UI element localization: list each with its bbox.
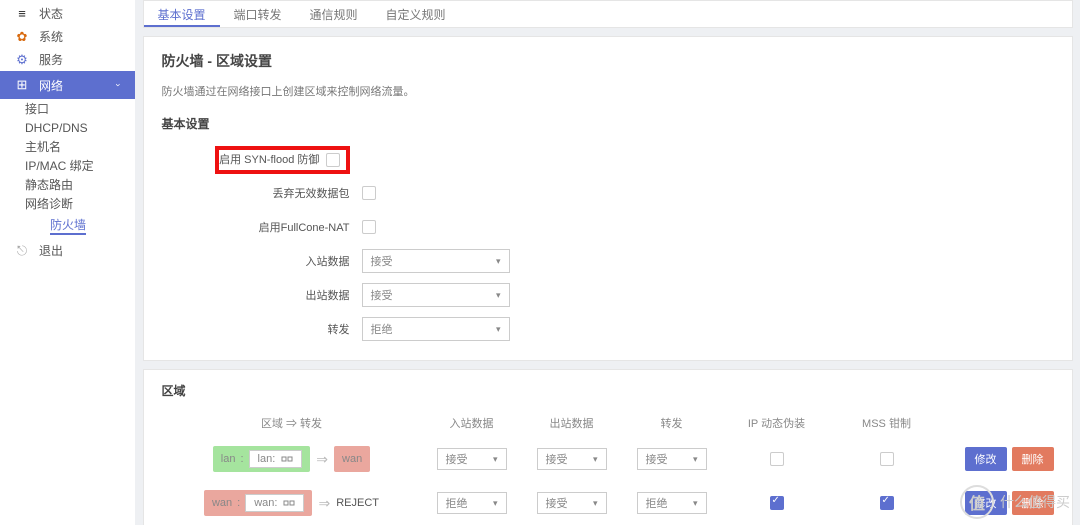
zone-forward-select[interactable]: 拒绝▾ [637,492,707,514]
sub-interfaces[interactable]: 接口 [0,100,135,119]
tabs: 基本设置 端口转发 通信规则 自定义规则 [143,0,1073,28]
zone-src-if: wan: [245,494,304,512]
nav-network[interactable]: ⊞ 网络 › [0,71,135,99]
caret-down-icon: ▾ [693,454,698,465]
main-content: 基本设置 端口转发 通信规则 自定义规则 防火墙 - 区域设置 防火墙通过在网络… [135,0,1080,525]
nav-label: 服务 [39,51,63,68]
zone-src-badge: wan: wan: [204,490,313,516]
nav-network-sub: 接口 DHCP/DNS 主机名 IP/MAC 绑定 静态路由 网络诊断 防火墙 [0,99,135,239]
tab-portfwd[interactable]: 端口转发 [220,1,296,27]
fullcone-checkbox[interactable] [362,220,376,234]
output-label: 出站数据 [162,287,362,303]
caret-down-icon: ▾ [496,290,501,301]
zone-dst-badge: wan [334,446,370,472]
nav-logout[interactable]: ⎋ 退出 [0,239,135,262]
caret-down-icon: ▾ [593,498,598,509]
forward-select[interactable]: 拒绝▾ [362,317,510,341]
caret-down-icon: ▾ [493,454,498,465]
nav-label: 系统 [39,28,63,45]
nav-label: 状态 [39,5,63,22]
tab-traffic[interactable]: 通信规则 [296,1,372,27]
basic-form: 启用 SYN-flood 防御 丢弃无效数据包 启用FullCone-NAT 入… [162,142,1054,346]
input-select[interactable]: 接受▾ [362,249,510,273]
zones-head: 区域 ⇒ 转发 入站数据 出站数据 转发 IP 动态伪装 MSS 钳制 [162,409,1054,437]
sub-hostnames[interactable]: 主机名 [0,138,135,157]
synflood-checkbox[interactable] [326,153,340,167]
zone-masq-checkbox[interactable] [770,496,784,510]
sub-ipmac[interactable]: IP/MAC 绑定 [0,157,135,176]
tab-custom[interactable]: 自定义规则 [372,1,460,27]
zone-mss-checkbox[interactable] [880,452,894,466]
card-main: 防火墙 - 区域设置 防火墙通过在网络接口上创建区域来控制网络流量。 基本设置 … [143,36,1073,361]
basic-title: 基本设置 [162,115,1054,132]
zone-forward-select[interactable]: 接受▾ [637,448,707,470]
network-if-icon [281,453,293,465]
page-title: 防火墙 - 区域设置 [162,51,1054,71]
chevron-down-icon: › [114,84,124,87]
bars-icon: ≡ [15,7,29,21]
watermark: 值 什么值得买 [960,485,1070,519]
network-if-icon [283,497,295,509]
zone-output-select[interactable]: 接受▾ [537,448,607,470]
zone-src-if: lan: [249,450,303,468]
caret-down-icon: ▾ [496,324,501,335]
caret-down-icon: ▾ [693,498,698,509]
nav-label: 网络 [39,77,63,94]
sub-diag[interactable]: 网络诊断 [0,195,135,214]
arrow-icon: ⇒ [312,495,336,512]
zone-delete-button[interactable]: 删除 [1012,447,1054,471]
caret-down-icon: ▾ [493,498,498,509]
synflood-label: 启用 SYN-flood 防御 [219,154,319,166]
zone-input-select[interactable]: 接受▾ [437,448,507,470]
sub-dhcpdns[interactable]: DHCP/DNS [0,119,135,138]
watermark-icon: 值 [960,485,994,519]
zone-masq-checkbox[interactable] [770,452,784,466]
card-zones: 区域 区域 ⇒ 转发 入站数据 出站数据 转发 IP 动态伪装 MSS 钳制 l… [143,369,1073,525]
dropinvalid-label: 丢弃无效数据包 [162,185,362,201]
highlight-box: 启用 SYN-flood 防御 [215,146,349,174]
zone-input-select[interactable]: 拒绝▾ [437,492,507,514]
forward-label: 转发 [162,321,362,337]
input-label: 入站数据 [162,253,362,269]
nav-services[interactable]: ⚙ 服务 [0,48,135,71]
zone-mss-checkbox[interactable] [880,496,894,510]
nav-system[interactable]: ✿ 系统 [0,25,135,48]
sub-firewall[interactable]: 防火墙 [50,216,86,235]
sidebar: ≡ 状态 ✿ 系统 ⚙ 服务 ⊞ 网络 › 接口 DHCP/DNS 主机名 IP… [0,0,135,525]
fullcone-label: 启用FullCone-NAT [162,219,362,235]
nav-label: 退出 [39,242,63,259]
zone-edit-button[interactable]: 修改 [965,447,1007,471]
logout-icon: ⎋ [15,244,29,258]
nav-status[interactable]: ≡ 状态 [0,2,135,25]
page-desc: 防火墙通过在网络接口上创建区域来控制网络流量。 [162,83,1054,99]
caret-down-icon: ▾ [496,256,501,267]
network-icon: ⊞ [15,78,29,92]
link-icon: ⚙ [15,53,29,67]
zone-dst-reject: REJECT [336,490,379,516]
zones-table: 区域 ⇒ 转发 入站数据 出站数据 转发 IP 动态伪装 MSS 钳制 lan:… [162,409,1054,525]
zone-row: lan: lan: ⇒ wan 接受▾ 接受▾ 接受▾ 修改 删除 [162,437,1054,481]
output-select[interactable]: 接受▾ [362,283,510,307]
gear-icon: ✿ [15,30,29,44]
dropinvalid-checkbox[interactable] [362,186,376,200]
zone-src-badge: lan: lan: [213,446,311,472]
sub-routes[interactable]: 静态路由 [0,176,135,195]
zone-output-select[interactable]: 接受▾ [537,492,607,514]
zones-title: 区域 [162,382,1054,399]
watermark-text: 什么值得买 [1000,492,1070,512]
caret-down-icon: ▾ [593,454,598,465]
zone-row: wan: wan: ⇒ REJECT 拒绝▾ 接受▾ 拒绝▾ 修改 删除 [162,481,1054,525]
arrow-icon: ⇒ [310,451,334,468]
tab-general[interactable]: 基本设置 [144,1,220,27]
